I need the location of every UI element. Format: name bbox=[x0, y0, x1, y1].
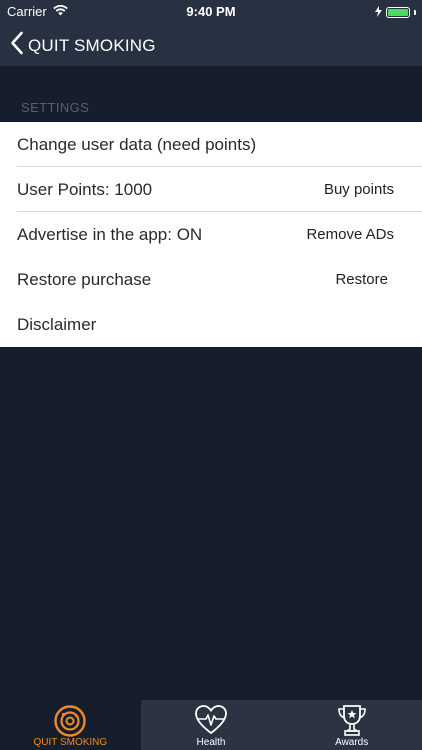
battery-icon bbox=[375, 5, 416, 20]
settings-row-restore-purchase: Restore purchase Restore bbox=[0, 257, 422, 302]
buy-points-button[interactable]: Buy points bbox=[324, 181, 394, 198]
navigation-bar: QUIT SMOKING bbox=[0, 22, 422, 66]
user-points-label: User Points: 1000 bbox=[17, 179, 153, 199]
tab-health-label: Health bbox=[196, 737, 226, 748]
main-content: SETTINGS Change user data (need points) … bbox=[0, 66, 422, 700]
tab-health[interactable]: Health bbox=[141, 700, 282, 750]
battery-level bbox=[386, 7, 410, 18]
heart-pulse-icon bbox=[194, 704, 228, 741]
chevron-left-icon bbox=[10, 31, 24, 60]
tab-awards-label: Awards bbox=[335, 737, 369, 748]
tab-quit-smoking[interactable]: QUIT SMOKING bbox=[0, 700, 141, 750]
restore-button[interactable]: Restore bbox=[335, 271, 394, 288]
page-title: QUIT SMOKING bbox=[28, 35, 156, 55]
change-user-data-label: Change user data (need points) bbox=[17, 134, 257, 154]
tab-awards[interactable]: Awards bbox=[281, 700, 422, 750]
restore-purchase-label: Restore purchase bbox=[17, 269, 152, 289]
back-button[interactable]: QUIT SMOKING bbox=[10, 31, 156, 60]
settings-list: Change user data (need points) User Poin… bbox=[0, 122, 422, 347]
tab-bar: QUIT SMOKING Health Awards bbox=[0, 700, 422, 750]
advertise-label: Advertise in the app: ON bbox=[17, 224, 203, 244]
disclaimer-label: Disclaimer bbox=[17, 314, 97, 334]
tab-quit-smoking-label: QUIT SMOKING bbox=[33, 737, 108, 748]
status-bar: Carrier 9:40 PM bbox=[0, 0, 422, 22]
remove-ads-button[interactable]: Remove ADs bbox=[306, 226, 394, 243]
settings-row-user-points: User Points: 1000 Buy points bbox=[0, 167, 422, 212]
battery-nub bbox=[414, 10, 416, 15]
charging-icon bbox=[375, 5, 382, 20]
settings-row-disclaimer[interactable]: Disclaimer bbox=[0, 302, 422, 347]
settings-row-advertise: Advertise in the app: ON Remove ADs bbox=[0, 212, 422, 257]
status-time: 9:40 PM bbox=[186, 4, 236, 19]
settings-section-header: SETTINGS bbox=[21, 100, 90, 115]
settings-row-change-user-data[interactable]: Change user data (need points) bbox=[0, 122, 422, 167]
